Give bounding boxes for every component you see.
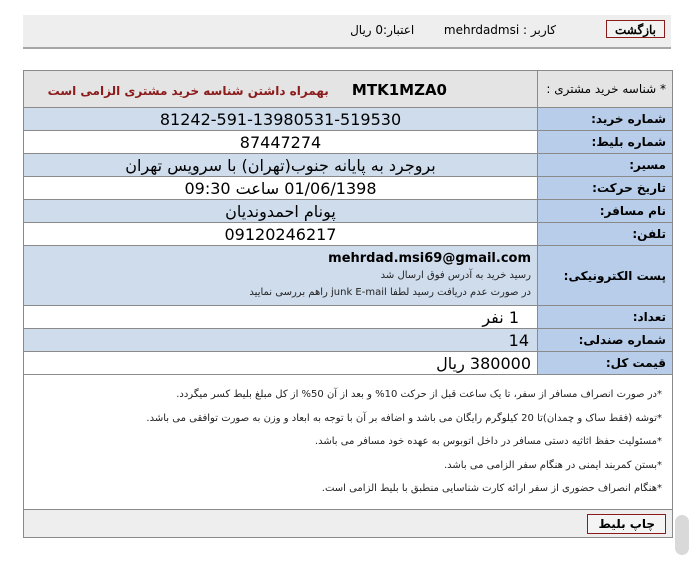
ticket-no-label: شماره بلیط: — [537, 130, 673, 154]
print-ticket-button[interactable]: چاپ بلیط — [587, 513, 666, 534]
count-row: تعداد: 1 نفر — [23, 305, 673, 329]
customer-id-row: * شناسه خرید مشتری : MTK1MZA0 بهمراه داش… — [23, 70, 673, 108]
top-bar: بازگشت کاربر : mehrdadmsi اعتبار:0 ریال — [23, 15, 671, 49]
email-cell: mehrdad.msi69@gmail.com رسید خرید به آدر… — [23, 245, 538, 306]
scroll-hint — [675, 515, 689, 555]
passenger-row: نام مسافر: پونام احمدوندیان — [23, 199, 673, 223]
print-row: چاپ بلیط — [23, 508, 673, 538]
date-value: 01/06/1398 ساعت 09:30 — [23, 176, 538, 200]
seat-label: شماره صندلی: — [537, 328, 673, 352]
purchase-no-row: شماره خرید: 81242-591-13980531-519530 — [23, 107, 673, 131]
customer-id-code: MTK1MZA0 — [351, 80, 447, 99]
customer-id-cell: MTK1MZA0 بهمراه داشتن شناسه خرید مشتری ا… — [23, 70, 538, 108]
passenger-value: پونام احمدوندیان — [23, 199, 538, 223]
user-label: کاربر : — [523, 23, 556, 37]
note-item: *در صورت انصراف مسافر از سفر، تا یک ساعت… — [176, 389, 662, 400]
email-note-sent: رسید خرید به آدرس فوق ارسال شد — [380, 270, 531, 281]
price-value: 380000 ریال — [23, 351, 538, 375]
ticket-no-value: 87447274 — [23, 130, 538, 154]
notes-row: *در صورت انصراف مسافر از سفر، تا یک ساعت… — [23, 374, 673, 510]
customer-id-label: * شناسه خرید مشتری : — [537, 70, 673, 108]
phone-value: 09120246217 — [23, 222, 538, 246]
phone-row: تلفن: 09120246217 — [23, 222, 673, 246]
price-row: قیمت کل: 380000 ریال — [23, 351, 673, 375]
back-button[interactable]: بازگشت — [606, 20, 665, 38]
count-value: 1 نفر — [23, 305, 538, 329]
purchase-no-label: شماره خرید: — [537, 107, 673, 131]
date-label: تاریخ حرکت: — [537, 176, 673, 200]
email-row: پست الکترونیکی: mehrdad.msi69@gmail.com … — [23, 245, 673, 306]
customer-id-note: بهمراه داشتن شناسه خرید مشتری الزامی است — [47, 83, 329, 98]
note-item: *هنگام انصراف حضوری از سفر ارائه کارت شن… — [321, 483, 662, 494]
notes-cell: *در صورت انصراف مسافر از سفر، تا یک ساعت… — [23, 374, 673, 510]
credit-text: اعتبار:0 ریال — [350, 23, 415, 37]
date-row: تاریخ حرکت: 01/06/1398 ساعت 09:30 — [23, 176, 673, 200]
seat-value: 14 — [23, 328, 538, 352]
count-label: تعداد: — [537, 305, 673, 329]
route-label: مسیر: — [537, 153, 673, 177]
price-label: قیمت کل: — [537, 351, 673, 375]
email-value: mehrdad.msi69@gmail.com — [328, 251, 531, 266]
route-value: بروجرد به پایانه جنوب(تهران) با سرویس ته… — [23, 153, 538, 177]
purchase-no-value: 81242-591-13980531-519530 — [23, 107, 538, 131]
ticket-table: * شناسه خرید مشتری : MTK1MZA0 بهمراه داش… — [23, 70, 673, 538]
passenger-label: نام مسافر: — [537, 199, 673, 223]
phone-label: تلفن: — [537, 222, 673, 246]
route-row: مسیر: بروجرد به پایانه جنوب(تهران) با سر… — [23, 153, 673, 177]
note-item: *بستن کمربند ایمنی در هنگام سفر الزامی م… — [444, 459, 662, 471]
print-cell: چاپ بلیط — [23, 508, 673, 538]
username: mehrdadmsi — [443, 23, 520, 37]
email-label: پست الکترونیکی: — [537, 245, 673, 306]
note-item: *توشه (فقط ساک و چمدان)تا 20 کیلوگرم رای… — [146, 412, 662, 424]
note-item: *مسئولیت حفظ اثاثیه دستی مسافر در داخل ا… — [314, 436, 662, 447]
email-note-junk: در صورت عدم دریافت رسید لطفا junk E-mail… — [249, 287, 531, 298]
seat-row: شماره صندلی: 14 — [23, 328, 673, 352]
ticket-no-row: شماره بلیط: 87447274 — [23, 130, 673, 154]
user-info: کاربر : mehrdadmsi اعتبار:0 ریال — [350, 23, 556, 37]
